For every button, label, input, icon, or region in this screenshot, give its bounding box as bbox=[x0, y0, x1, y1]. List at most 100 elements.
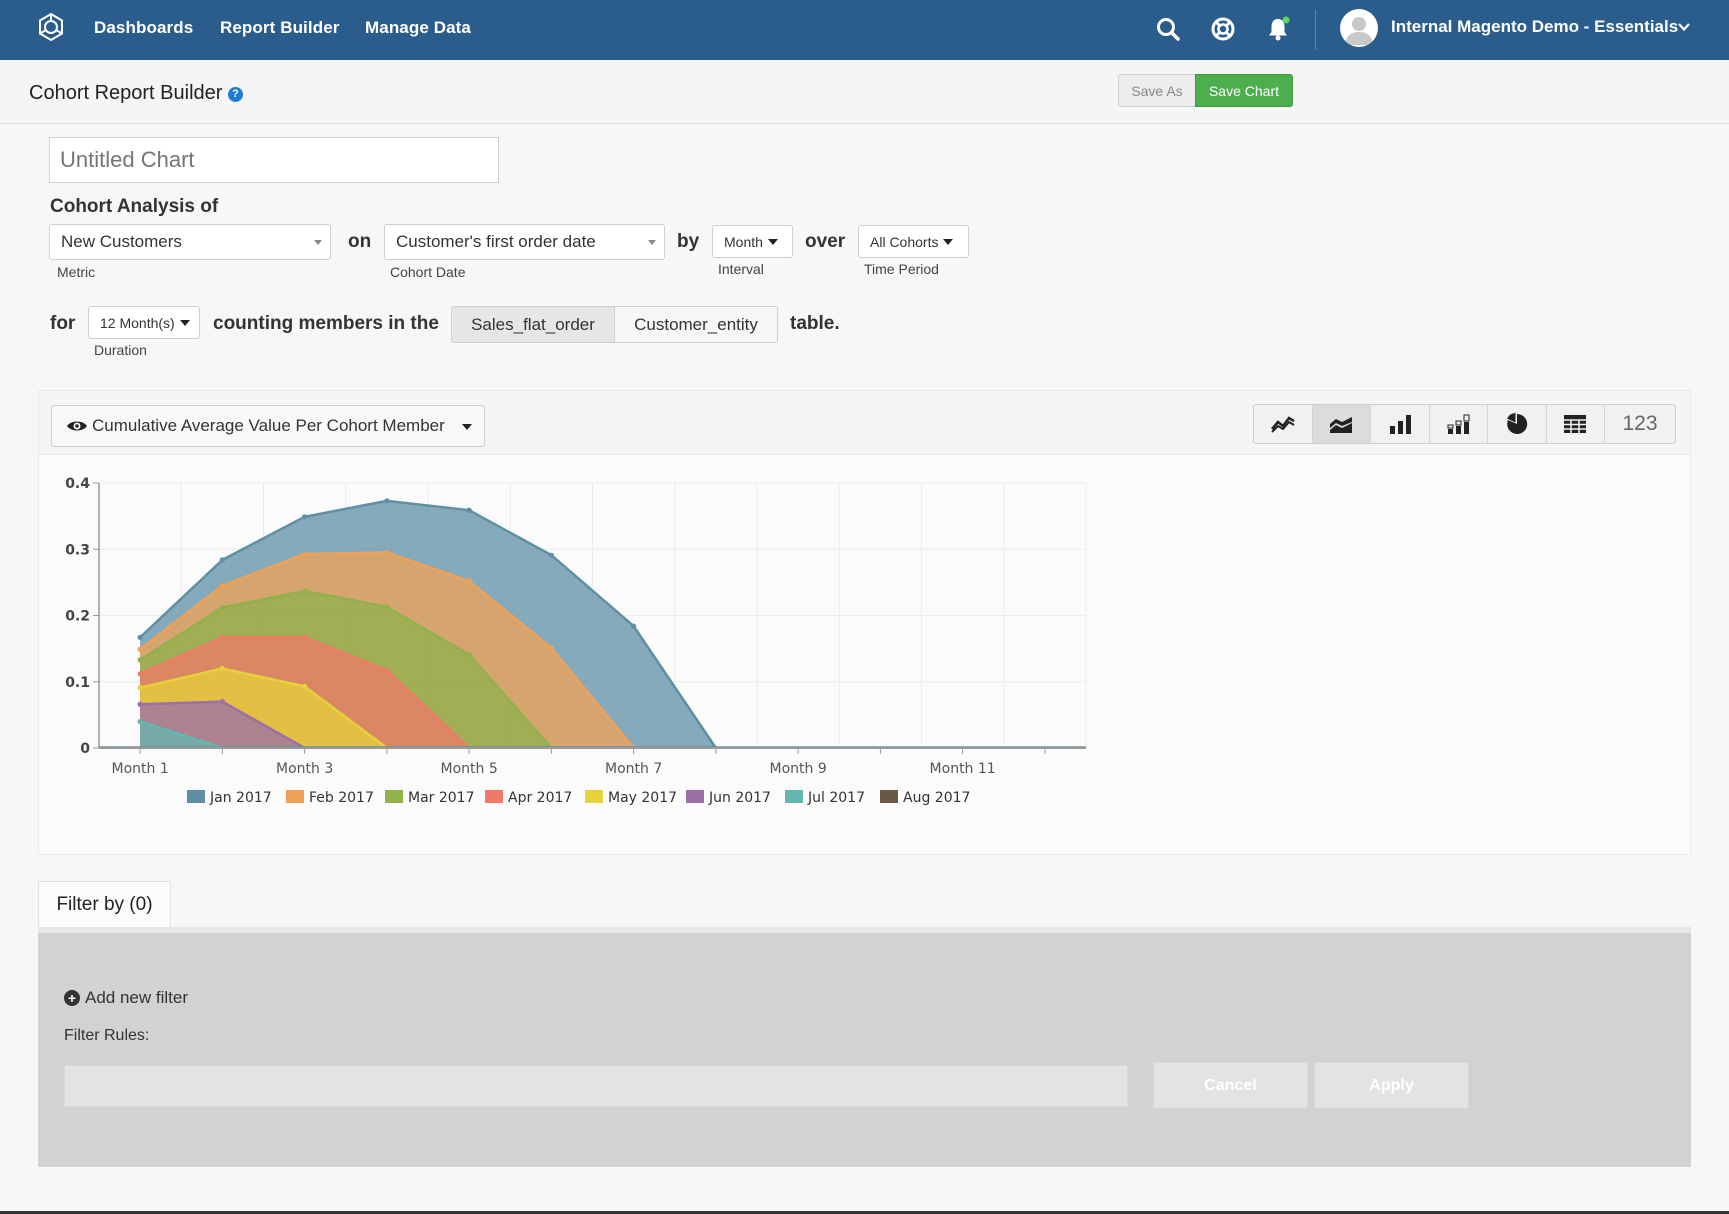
add-new-filter-label: Add new filter bbox=[85, 988, 188, 1007]
search-icon[interactable] bbox=[1155, 16, 1181, 42]
point-feb-2017 bbox=[137, 646, 143, 652]
help-icon[interactable]: ? bbox=[228, 87, 243, 102]
legend-label: Aug 2017 bbox=[903, 790, 970, 806]
for-label: for bbox=[50, 313, 76, 334]
point-mar-2017 bbox=[219, 604, 225, 611]
interval-value: Month bbox=[724, 233, 763, 250]
over-label: over bbox=[805, 231, 846, 252]
stacked-bar-chart-button[interactable] bbox=[1430, 405, 1488, 443]
point-may-2017 bbox=[137, 685, 143, 691]
interval-dropdown[interactable]: Month bbox=[712, 225, 793, 258]
eye-icon bbox=[67, 421, 87, 431]
x-tick-label: Month 11 bbox=[930, 761, 996, 777]
x-tick-label: Month 9 bbox=[770, 761, 827, 777]
magento-bi-logo-icon[interactable] bbox=[36, 12, 66, 42]
point-jun-2017 bbox=[137, 701, 143, 707]
counting-members-label: counting members in the bbox=[213, 313, 439, 334]
point-jan-2017 bbox=[219, 557, 225, 563]
cohort-analysis-of-label: Cohort Analysis of bbox=[50, 196, 219, 217]
legend-label: Jun 2017 bbox=[708, 790, 771, 806]
y-tick-label: 0 bbox=[80, 741, 90, 757]
legend-label: Feb 2017 bbox=[309, 790, 374, 806]
point-apr-2017 bbox=[137, 671, 143, 677]
point-feb-2017 bbox=[302, 551, 308, 557]
legend-swatch bbox=[385, 790, 403, 803]
caret-down-icon bbox=[767, 238, 778, 245]
point-jul-2017 bbox=[137, 718, 143, 725]
area-chart-button[interactable] bbox=[1312, 405, 1371, 443]
page-header: Cohort Report Builder ? Save As Save Cha… bbox=[0, 60, 1729, 124]
point-jan-2017 bbox=[631, 623, 637, 629]
legend-swatch bbox=[286, 790, 304, 803]
nav-manage-data-link[interactable]: Manage Data bbox=[365, 18, 471, 38]
legend-swatch bbox=[585, 790, 603, 803]
table-suffix-label: table. bbox=[790, 313, 840, 334]
notification-bell-icon[interactable] bbox=[1265, 16, 1291, 42]
duration-label: Duration bbox=[94, 342, 147, 358]
cohort-area-chart: 0 0.1 0.2 0.3 0.4 Month 1 Month 3 Month 5 Month … bbox=[65, 476, 1087, 806]
metric-select-value: New Customers bbox=[61, 232, 182, 251]
apply-button[interactable]: Apply bbox=[1314, 1062, 1469, 1109]
avatar[interactable] bbox=[1340, 9, 1378, 47]
metric-label: Metric bbox=[57, 264, 96, 280]
user-avatar-icon bbox=[1345, 17, 1373, 45]
by-label: by bbox=[677, 231, 700, 252]
point-may-2017 bbox=[302, 683, 308, 689]
point-jan-2017 bbox=[137, 634, 143, 640]
filter-rules-label: Filter Rules: bbox=[64, 1027, 150, 1044]
number-view-button[interactable]: 123 bbox=[1605, 405, 1675, 443]
bar-chart-button[interactable] bbox=[1371, 405, 1430, 443]
help-lifebuoy-icon[interactable] bbox=[1210, 16, 1236, 42]
legend-swatch bbox=[187, 790, 205, 803]
bar-chart-icon bbox=[1389, 415, 1411, 434]
point-apr-2017 bbox=[302, 634, 308, 640]
line-chart-button[interactable] bbox=[1254, 405, 1313, 443]
legend-label: Jan 2017 bbox=[209, 790, 272, 806]
point-feb-2017 bbox=[548, 645, 554, 651]
point-feb-2017 bbox=[466, 578, 472, 584]
table-view-button[interactable] bbox=[1547, 405, 1605, 443]
point-jan-2017 bbox=[384, 498, 390, 504]
metric-view-dropdown[interactable]: Cumulative Average Value Per Cohort Memb… bbox=[51, 405, 485, 447]
time-period-label: Time Period bbox=[864, 261, 939, 277]
account-name[interactable]: Internal Magento Demo - Essentials bbox=[1391, 17, 1678, 37]
pie-chart-button[interactable] bbox=[1488, 405, 1547, 443]
table-option-sales-flat-order[interactable]: Sales_flat_order bbox=[451, 306, 615, 343]
page-title: Cohort Report Builder bbox=[29, 82, 223, 104]
save-as-button[interactable]: Save As bbox=[1118, 74, 1196, 107]
filter-rules-input[interactable] bbox=[64, 1065, 1128, 1107]
table-icon bbox=[1564, 415, 1587, 433]
chart-toolbar: Cumulative Average Value Per Cohort Memb… bbox=[39, 391, 1690, 455]
cohort-date-select[interactable]: Customer's first order date bbox=[384, 224, 665, 260]
point-mar-2017 bbox=[384, 604, 390, 610]
time-period-value: All Cohorts bbox=[870, 233, 939, 250]
legend-label: May 2017 bbox=[608, 790, 677, 806]
cancel-button[interactable]: Cancel bbox=[1153, 1062, 1308, 1109]
caret-down-icon bbox=[462, 424, 472, 430]
caret-down-icon bbox=[943, 238, 954, 245]
add-new-filter-button[interactable]: + Add new filter bbox=[64, 988, 188, 1008]
point-mar-2017 bbox=[137, 657, 143, 663]
chevron-down-icon[interactable] bbox=[1677, 20, 1691, 34]
point-jun-2017 bbox=[219, 699, 225, 705]
nav-divider bbox=[1315, 10, 1316, 50]
nav-dashboards-link[interactable]: Dashboards bbox=[94, 18, 193, 38]
chart-name-input[interactable] bbox=[49, 137, 499, 183]
table-option-customer-entity[interactable]: Customer_entity bbox=[614, 306, 778, 343]
point-jan-2017 bbox=[548, 552, 554, 558]
interval-label: Interval bbox=[718, 261, 764, 277]
point-jan-2017 bbox=[466, 507, 472, 513]
time-period-dropdown[interactable]: All Cohorts bbox=[858, 225, 969, 258]
duration-value: 12 Month(s) bbox=[100, 314, 175, 331]
nav-report-builder-link[interactable]: Report Builder bbox=[220, 18, 339, 38]
caret-down-icon bbox=[314, 240, 322, 245]
caret-down-icon bbox=[179, 319, 190, 326]
metric-select[interactable]: New Customers bbox=[49, 224, 331, 260]
legend-swatch bbox=[485, 790, 503, 803]
duration-dropdown[interactable]: 12 Month(s) bbox=[88, 306, 200, 339]
point-apr-2017 bbox=[384, 667, 390, 674]
x-tick-label: Month 7 bbox=[605, 761, 662, 777]
x-tick-label: Month 1 bbox=[112, 761, 169, 777]
save-chart-button[interactable]: Save Chart bbox=[1195, 74, 1293, 107]
filter-tab[interactable]: Filter by (0) bbox=[38, 881, 171, 928]
